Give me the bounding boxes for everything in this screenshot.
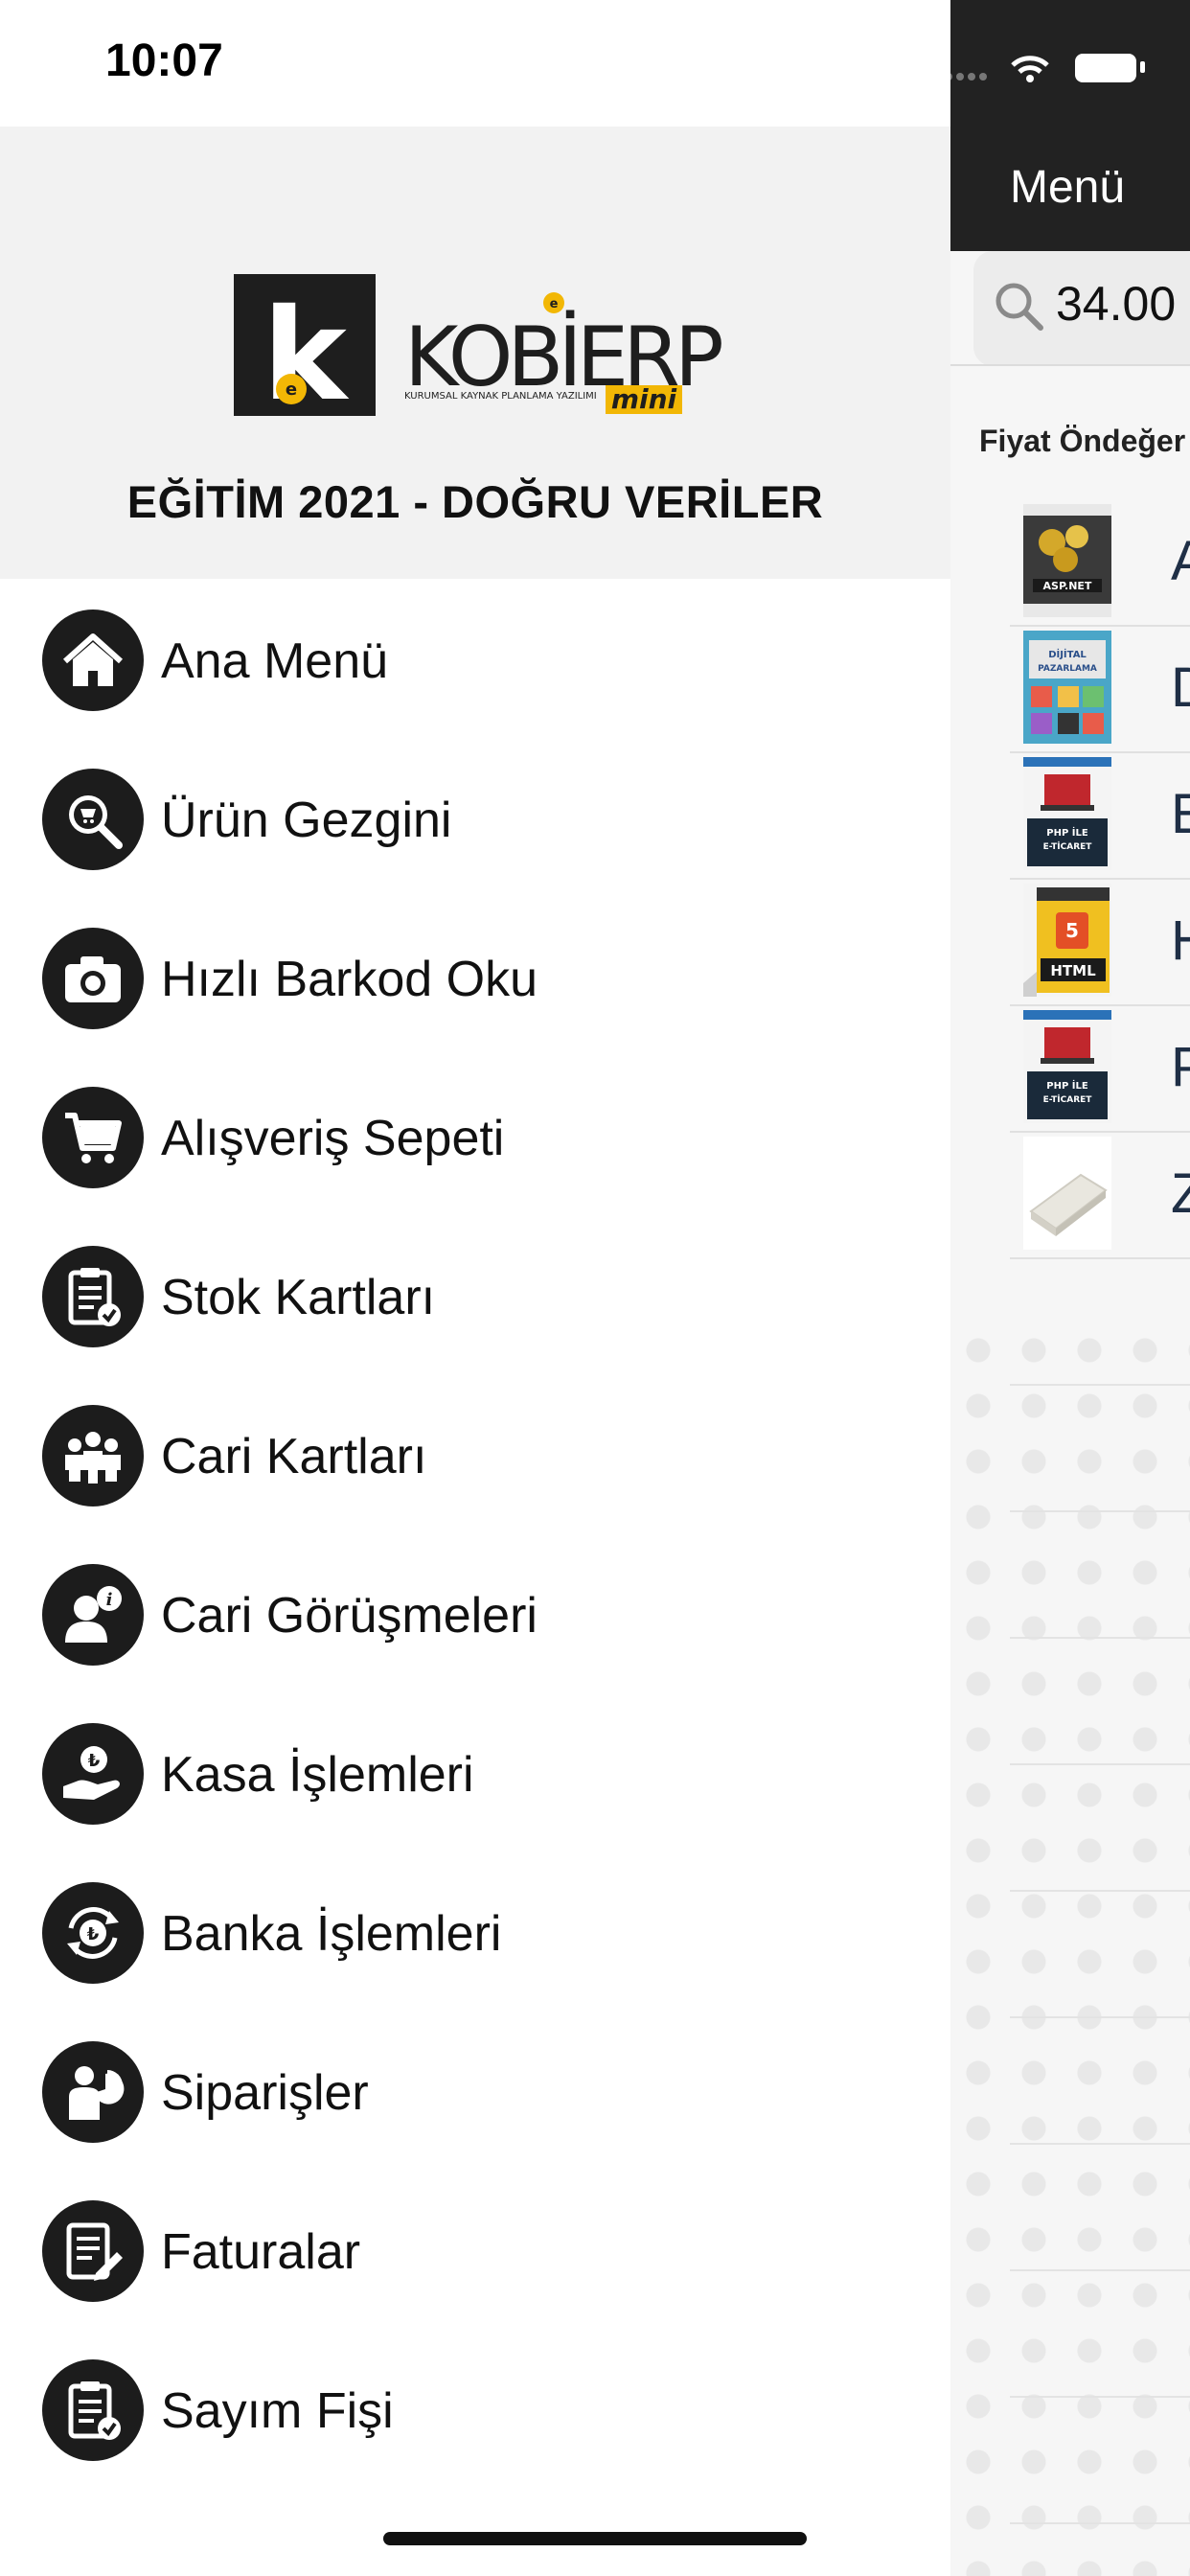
company-name: EĞİTİM 2021 - DOĞRU VERİLER — [126, 476, 824, 527]
status-bar: 10:07 — [0, 0, 950, 126]
product-row[interactable]: ASP.NET A — [1010, 500, 1190, 627]
camera-icon — [42, 928, 144, 1029]
filter-label: Fiyat Öndeğer — [979, 424, 1186, 458]
svg-text:HTML: HTML — [1050, 962, 1096, 979]
menu-item-label: Ana Menü — [161, 633, 389, 689]
product-name: D — [1171, 656, 1190, 720]
svg-text:e: e — [286, 380, 297, 400]
menu-item-label: Faturalar — [161, 2224, 361, 2280]
product-row[interactable]: PHP İLE E-TİCARET P — [1010, 1006, 1190, 1133]
status-icons — [950, 54, 1145, 82]
lira-exchange-icon: ₺ — [42, 1882, 144, 1984]
product-row[interactable]: Z — [1010, 1133, 1190, 1259]
menu-item-label: Ürün Gezgini — [161, 793, 452, 848]
invoice-icon — [42, 2200, 144, 2302]
barcode-reader-image — [1023, 1137, 1111, 1250]
menu-item-cari-kartlari[interactable]: Cari Kartları — [0, 1374, 950, 1533]
cart-icon — [42, 1087, 144, 1188]
dijital-pazarlama-book-cover-image: DİJİTAL PAZARLAMA — [1023, 631, 1111, 744]
product-name: A — [1171, 530, 1190, 592]
person-info-icon: i — [42, 1564, 144, 1666]
menu-item-faturalar[interactable]: Faturalar — [0, 2170, 950, 2329]
menu-item-stok-kartlari[interactable]: Stok Kartları — [0, 1215, 950, 1374]
svg-text:₺: ₺ — [88, 1751, 101, 1771]
people-icon — [42, 1405, 144, 1506]
svg-text:E-TİCARET: E-TİCARET — [1043, 841, 1093, 852]
menu-item-label: Kasa İşlemleri — [161, 1747, 474, 1803]
svg-text:e: e — [550, 297, 559, 311]
svg-text:PHP İLE: PHP İLE — [1046, 825, 1088, 839]
product-name: H — [1171, 908, 1190, 973]
svg-text:E-TİCARET: E-TİCARET — [1043, 1094, 1093, 1105]
svg-text:₺: ₺ — [87, 1924, 100, 1944]
menu-item-sayim-fisi[interactable]: Sayım Fişi — [0, 2329, 950, 2488]
product-row[interactable]: DİJİTAL PAZARLAMA D — [1010, 627, 1190, 753]
search-value: 34.00 — [1056, 277, 1177, 331]
svg-text:i: i — [106, 1590, 113, 1610]
menu-item-kasa-islemleri[interactable]: ₺ Kasa İşlemleri — [0, 1692, 950, 1852]
status-time: 10:07 — [105, 35, 223, 86]
empty-row-divider — [1010, 2396, 1190, 2398]
product-row[interactable]: PHP İLE E-TİCARET E — [1010, 753, 1190, 880]
background-page: Menü 34.00 Fiyat Öndeğer ASP.NET A DİJİT… — [950, 0, 1190, 2576]
menu-item-hizli-barkod-oku[interactable]: Hızlı Barkod Oku — [0, 897, 950, 1056]
product-search-icon — [42, 769, 144, 870]
empty-row-divider — [1010, 2143, 1190, 2145]
menu-item-label: Hızlı Barkod Oku — [161, 952, 538, 1007]
menu-item-label: Cari Kartları — [161, 1429, 427, 1484]
menu-item-label: Stok Kartları — [161, 1270, 436, 1325]
html-book-cover-image: 5 HTML — [1023, 884, 1111, 997]
empty-row-divider — [1010, 1763, 1190, 1765]
logo-sub: KURUMSAL KAYNAK PLANLAMA YAZILIMI — [404, 391, 597, 402]
svg-text:PAZARLAMA: PAZARLAMA — [1038, 664, 1097, 674]
product-name: P — [1171, 1036, 1190, 1098]
side-drawer: k e KOBİERP e KURUMSAL KAYNAK PLANLAMA Y… — [0, 126, 950, 2576]
empty-row-divider — [1010, 1890, 1190, 1892]
search-icon — [995, 283, 1043, 331]
menu-item-banka-islemleri[interactable]: ₺ Banka İşlemleri — [0, 1852, 950, 2011]
empty-row-divider — [1010, 1510, 1190, 1512]
svg-text:k: k — [263, 282, 350, 426]
nav-title: Menü — [1010, 162, 1126, 213]
svg-text:DİJİTAL: DİJİTAL — [1048, 647, 1087, 660]
menu-item-label: Banka İşlemleri — [161, 1906, 502, 1962]
clipboard-check-icon — [42, 2359, 144, 2461]
search-input[interactable]: 34.00 — [973, 251, 1190, 366]
product-row[interactable]: 5 HTML H — [1010, 880, 1190, 1006]
empty-row-divider — [1010, 2016, 1190, 2018]
kobierp-logo: k e KOBİERP e KURUMSAL KAYNAK PLANLAMA Y… — [234, 274, 727, 426]
menu-item-cari-gorusmeleri[interactable]: i Cari Görüşmeleri — [0, 1533, 950, 1692]
svg-text:5: 5 — [1065, 919, 1079, 942]
menu-item-label: Cari Görüşmeleri — [161, 1588, 538, 1644]
menu-item-alisveris-sepeti[interactable]: Alışveriş Sepeti — [0, 1056, 950, 1215]
logo-tag: mini — [611, 383, 677, 415]
home-indicator[interactable] — [383, 2532, 807, 2545]
menu-item-urun-gezgini[interactable]: Ürün Gezgini — [0, 738, 950, 897]
clipboard-check-icon — [42, 1246, 144, 1347]
home-icon — [42, 610, 144, 711]
php-eticaret-book-cover-image: PHP İLE E-TİCARET — [1023, 757, 1111, 870]
menu-item-siparisler[interactable]: Siparişler — [0, 2011, 950, 2170]
empty-row-divider — [1010, 2269, 1190, 2271]
svg-text:PHP İLE: PHP İLE — [1046, 1078, 1088, 1092]
menu-item-label: Alışveriş Sepeti — [161, 1111, 505, 1166]
menu-item-label: Siparişler — [161, 2065, 369, 2121]
svg-text:ASP.NET: ASP.NET — [1043, 580, 1092, 592]
order-chart-icon — [42, 2041, 144, 2143]
navbar: Menü — [950, 0, 1190, 251]
empty-row-divider — [1010, 1637, 1190, 1639]
empty-row-divider — [1010, 1384, 1190, 1386]
menu-item-ana-menu[interactable]: Ana Menü — [0, 579, 950, 738]
product-name: E — [1171, 783, 1190, 845]
empty-row-divider — [1010, 2522, 1190, 2524]
menu-item-label: Sayım Fişi — [161, 2383, 394, 2439]
hand-lira-icon: ₺ — [42, 1723, 144, 1825]
drawer-header: k e KOBİERP e KURUMSAL KAYNAK PLANLAMA Y… — [0, 126, 950, 579]
php-eticaret-book-cover-image: PHP İLE E-TİCARET — [1023, 1010, 1111, 1123]
divider — [950, 364, 1190, 366]
aspnet-book-cover-image: ASP.NET — [1023, 504, 1111, 617]
product-name: Z — [1171, 1162, 1190, 1225]
